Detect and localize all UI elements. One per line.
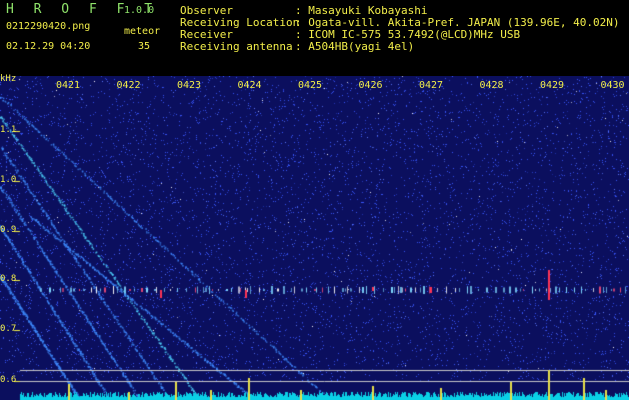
unit-label: kHz bbox=[0, 74, 17, 84]
freq-label: 0.9 bbox=[0, 225, 17, 235]
antenna-value: : A504HB(yagi 4el) bbox=[295, 40, 415, 53]
time-label: 0425 bbox=[298, 80, 323, 91]
app-version: 1.0.0 bbox=[124, 5, 155, 16]
time-label: 0428 bbox=[479, 80, 504, 91]
spectrogram-canvas bbox=[0, 76, 629, 400]
time-label: 0430 bbox=[600, 80, 625, 91]
time-label: 0422 bbox=[116, 80, 141, 91]
time-label: 0429 bbox=[540, 80, 565, 91]
time-label: 0426 bbox=[358, 80, 383, 91]
image-filename: 0212290420.png bbox=[6, 21, 91, 32]
time-label: 0421 bbox=[56, 80, 81, 91]
header-panel: H R O F F T 1.0.0 0212290420.png 02.12.2… bbox=[0, 0, 629, 76]
antenna-label: Receiving antenna bbox=[180, 40, 293, 53]
freq-label: 1.1 bbox=[0, 125, 17, 135]
meteor-label: meteor bbox=[124, 26, 161, 37]
freq-label: 0.8 bbox=[0, 274, 17, 284]
freq-label: 0.7 bbox=[0, 324, 17, 334]
observation-datetime: 02.12.29 04:20 bbox=[6, 41, 91, 52]
time-label: 0427 bbox=[419, 80, 444, 91]
time-label: 0423 bbox=[177, 80, 202, 91]
meteor-count: 35 bbox=[138, 41, 151, 52]
freq-label: 1.0 bbox=[0, 175, 17, 185]
time-label: 0424 bbox=[237, 80, 262, 91]
freq-label: 0.6 bbox=[0, 375, 17, 385]
